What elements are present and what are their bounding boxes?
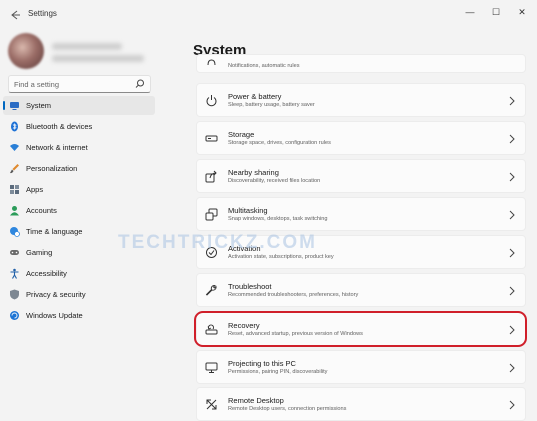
remote-desktop-icon [205, 398, 218, 411]
sidebar-item-label: Apps [26, 185, 44, 194]
card-subtitle: Discoverability, received files location [228, 178, 321, 184]
sidebar-item-windows-update[interactable]: Windows Update [3, 306, 155, 325]
blurred-user-name [52, 43, 122, 50]
card-title: Storage [228, 130, 255, 139]
card-subtitle: Notifications, automatic rules [228, 63, 300, 69]
sidebar-item-label: Network & internet [26, 143, 88, 152]
update-icon [9, 310, 20, 321]
card-notifications[interactable]: Notifications, automatic rules [196, 54, 526, 73]
share-icon [205, 170, 218, 183]
user-profile[interactable] [8, 33, 158, 73]
chevron-right-icon [509, 286, 515, 296]
card-subtitle: Sleep, battery usage, battery saver [228, 102, 315, 108]
app-title: Settings [28, 9, 57, 18]
sidebar-item-bluetooth[interactable]: Bluetooth & devices [3, 117, 155, 136]
chevron-right-icon [509, 363, 515, 373]
apps-icon [9, 184, 20, 195]
chevron-right-icon [509, 210, 515, 220]
recovery-highlight-outline [194, 311, 527, 347]
card-subtitle: Permissions, pairing PIN, discoverabilit… [228, 369, 328, 375]
blurred-user-email [52, 55, 144, 62]
card-projecting[interactable]: Projecting to this PC Permissions, pairi… [196, 350, 526, 384]
chevron-right-icon [509, 400, 515, 410]
chevron-right-icon [509, 134, 515, 144]
card-title: Power & battery [228, 92, 282, 101]
sidebar-item-personalization[interactable]: Personalization [3, 159, 155, 178]
card-subtitle: Snap windows, desktops, task switching [228, 216, 328, 222]
chevron-right-icon [509, 172, 515, 182]
search-icon[interactable] [135, 78, 145, 90]
projecting-icon [205, 361, 218, 374]
back-arrow-icon[interactable] [8, 8, 22, 22]
avatar [8, 33, 44, 69]
card-subtitle: Storage space, drives, configuration rul… [228, 140, 331, 146]
sidebar-item-accessibility[interactable]: Accessibility [3, 264, 155, 283]
multitasking-icon [205, 208, 218, 221]
card-multitasking[interactable]: Multitasking Snap windows, desktops, tas… [196, 197, 526, 231]
chevron-right-icon [509, 248, 515, 258]
card-remote-desktop[interactable]: Remote Desktop Remote Desktop users, con… [196, 387, 526, 421]
sidebar-item-label: Windows Update [26, 311, 83, 320]
sidebar-item-label: Gaming [26, 248, 53, 257]
shield-icon [9, 289, 20, 300]
watermark: TECHTRICKZ.COM [118, 232, 317, 253]
card-title: Projecting to this PC [228, 359, 296, 368]
search-input[interactable] [14, 78, 132, 90]
card-subtitle: Remote Desktop users, connection permiss… [228, 406, 347, 412]
power-icon [205, 94, 218, 107]
search-box[interactable] [8, 75, 151, 93]
sidebar-item-label: Time & language [26, 227, 83, 236]
notifications-icon [205, 58, 218, 66]
sidebar-item-accounts[interactable]: Accounts [3, 201, 155, 220]
brush-icon [9, 163, 20, 174]
settings-list: Notifications, automatic rules Power & b… [196, 0, 526, 421]
globe-clock-icon [9, 226, 20, 237]
monitor-icon [9, 100, 20, 111]
card-title: Troubleshoot [228, 282, 272, 291]
card-power-battery[interactable]: Power & battery Sleep, battery usage, ba… [196, 83, 526, 117]
gamepad-icon [9, 247, 20, 258]
sidebar-item-label: Personalization [26, 164, 78, 173]
card-troubleshoot[interactable]: Troubleshoot Recommended troubleshooters… [196, 273, 526, 307]
person-icon [9, 205, 20, 216]
card-title: Multitasking [228, 206, 268, 215]
accessibility-icon [9, 268, 20, 279]
card-title: Nearby sharing [228, 168, 279, 177]
sidebar-item-network[interactable]: Network & internet [3, 138, 155, 157]
wrench-icon [205, 284, 218, 297]
chevron-right-icon [509, 96, 515, 106]
card-nearby-sharing[interactable]: Nearby sharing Discoverability, received… [196, 159, 526, 193]
sidebar-nav: System Bluetooth & devices Network & int… [3, 96, 155, 327]
sidebar-item-label: Accessibility [26, 269, 67, 278]
sidebar-item-apps[interactable]: Apps [3, 180, 155, 199]
card-storage[interactable]: Storage Storage space, drives, configura… [196, 121, 526, 155]
storage-icon [205, 132, 218, 145]
sidebar-item-system[interactable]: System [3, 96, 155, 115]
card-subtitle: Recommended troubleshooters, preferences… [228, 292, 359, 298]
card-subtitle: Activation state, subscriptions, product… [228, 254, 334, 260]
sidebar-item-label: Bluetooth & devices [26, 122, 93, 131]
sidebar-item-label: System [26, 101, 52, 110]
sidebar-item-privacy-security[interactable]: Privacy & security [3, 285, 155, 304]
wifi-icon [9, 142, 20, 153]
sidebar-item-label: Privacy & security [26, 290, 86, 299]
card-title: Remote Desktop [228, 396, 284, 405]
bluetooth-icon [9, 121, 20, 132]
sidebar-item-label: Accounts [26, 206, 57, 215]
